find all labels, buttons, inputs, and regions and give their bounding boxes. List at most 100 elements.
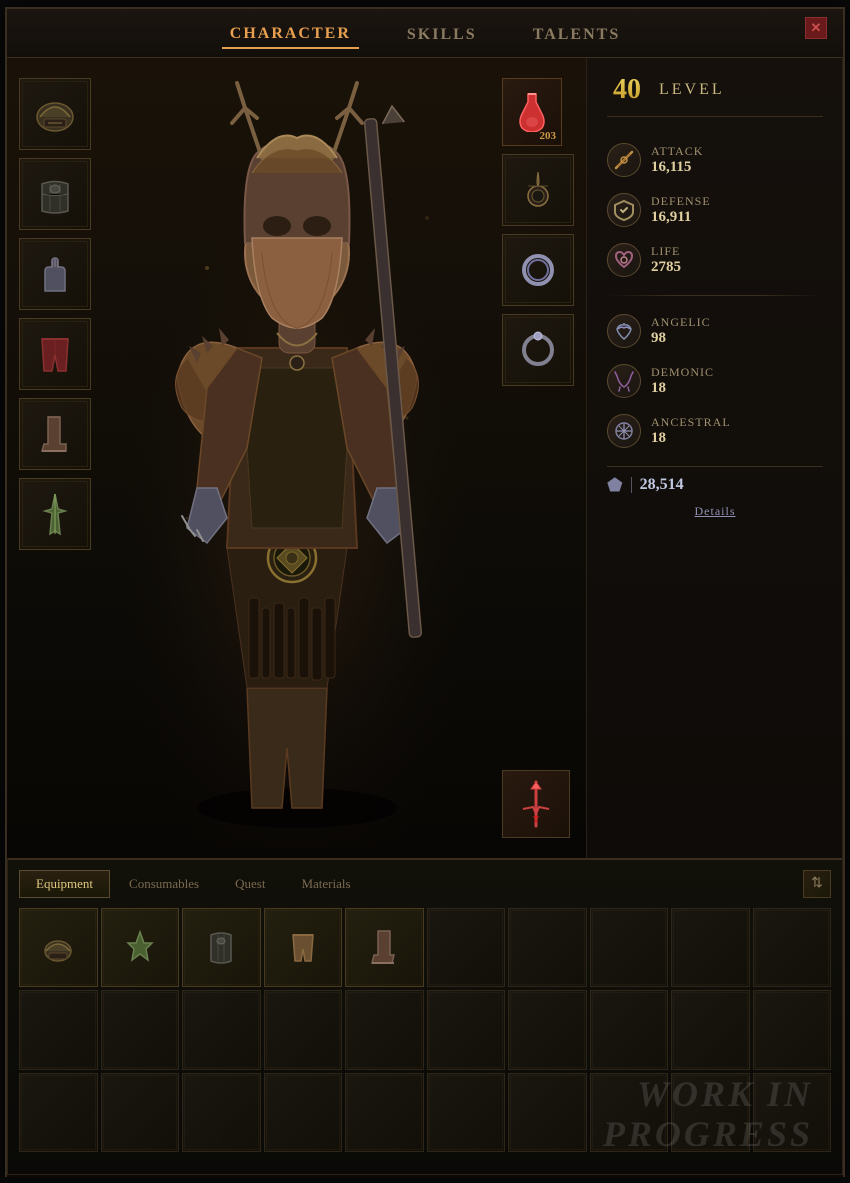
- tab-quest[interactable]: Quest: [218, 870, 282, 898]
- angelic-icon: [607, 314, 641, 348]
- tab-materials[interactable]: Materials: [284, 870, 367, 898]
- inv-item-3-icon: [283, 927, 323, 967]
- details-link[interactable]: Details: [607, 504, 823, 519]
- inv-cell-21[interactable]: [101, 1073, 180, 1153]
- slot-amulet[interactable]: [502, 154, 574, 226]
- close-button[interactable]: ✕: [805, 17, 827, 39]
- sort-button[interactable]: ⇅: [803, 870, 831, 898]
- character-viewport: 203: [7, 58, 587, 858]
- slot-pants[interactable]: [19, 318, 91, 390]
- character-art: [102, 58, 491, 858]
- life-icon: [607, 243, 641, 277]
- life-info: Life 2785: [651, 244, 681, 276]
- ancestral-info: Ancestral 18: [651, 415, 731, 447]
- helm-icon: [30, 89, 80, 139]
- stat-row-life: Life 2785: [607, 237, 823, 283]
- main-area: 203: [7, 58, 843, 858]
- inv-cell-17[interactable]: [590, 990, 669, 1070]
- potion-icon: [514, 92, 550, 132]
- boots-icon: [30, 409, 80, 459]
- inv-cell-10[interactable]: [19, 990, 98, 1070]
- inv-cell-6[interactable]: [508, 908, 587, 988]
- offhand-icon: [30, 489, 80, 539]
- demonic-info: Demonic 18: [651, 365, 714, 397]
- inv-cell-11[interactable]: [101, 990, 180, 1070]
- inv-cell-24[interactable]: [345, 1073, 424, 1153]
- inv-cell-5[interactable]: [427, 908, 506, 988]
- ring2-icon: [516, 328, 560, 372]
- angelic-label: Angelic: [651, 315, 711, 330]
- inv-cell-2[interactable]: [182, 908, 261, 988]
- character-svg: [107, 68, 487, 848]
- currency-row: ⬟ 28,514: [607, 466, 823, 496]
- defense-value: 16,911: [651, 209, 711, 226]
- slot-ring2[interactable]: [502, 314, 574, 386]
- ancestral-icon: [607, 414, 641, 448]
- tab-equipment[interactable]: Equipment: [19, 870, 110, 898]
- slot-chest[interactable]: [19, 158, 91, 230]
- inv-cell-1[interactable]: [101, 908, 180, 988]
- life-value: 2785: [651, 259, 681, 276]
- inv-cell-25[interactable]: [427, 1073, 506, 1153]
- level-label: LEVEL: [659, 81, 725, 99]
- inv-cell-12[interactable]: [182, 990, 261, 1070]
- tab-skills[interactable]: SKILLS: [399, 22, 485, 48]
- inv-item-0-icon: [38, 927, 78, 967]
- angelic-value: 98: [651, 330, 711, 347]
- stat-divider: [607, 295, 823, 296]
- inv-cell-26[interactable]: [508, 1073, 587, 1153]
- weapon-icon: [513, 779, 559, 829]
- tab-character[interactable]: CHARACTER: [222, 21, 359, 49]
- inventory-grid: [19, 908, 831, 1153]
- slot-weapon[interactable]: [502, 770, 570, 838]
- currency-value: 28,514: [640, 476, 684, 494]
- inv-item-1-icon: [120, 927, 160, 967]
- inv-cell-15[interactable]: [427, 990, 506, 1070]
- inv-cell-3[interactable]: [264, 908, 343, 988]
- inv-cell-7[interactable]: [590, 908, 669, 988]
- slot-ring1[interactable]: [502, 234, 574, 306]
- inv-cell-0[interactable]: [19, 908, 98, 988]
- inv-item-4-icon: [364, 927, 404, 967]
- inv-cell-4[interactable]: [345, 908, 424, 988]
- equipment-slots-left: [19, 78, 91, 550]
- equipment-slots-right: 203: [502, 78, 574, 386]
- defense-label: Defense: [651, 194, 711, 209]
- inv-cell-29[interactable]: [753, 1073, 832, 1153]
- inv-cell-14[interactable]: [345, 990, 424, 1070]
- inv-cell-8[interactable]: [671, 908, 750, 988]
- inv-cell-20[interactable]: [19, 1073, 98, 1153]
- slot-potion[interactable]: 203: [502, 78, 562, 146]
- inv-cell-19[interactable]: [753, 990, 832, 1070]
- inv-cell-9[interactable]: [753, 908, 832, 988]
- inv-cell-22[interactable]: [182, 1073, 261, 1153]
- demonic-label: Demonic: [651, 365, 714, 380]
- inv-cell-27[interactable]: [590, 1073, 669, 1153]
- stat-row-defense: Defense 16,911: [607, 187, 823, 233]
- demonic-icon: [607, 364, 641, 398]
- slot-off-hand-weapon[interactable]: [19, 478, 91, 550]
- tab-talents[interactable]: TALENTS: [525, 22, 629, 48]
- ancestral-value: 18: [651, 430, 731, 447]
- stats-panel: 40 LEVEL Attack 16,115: [587, 58, 843, 858]
- inv-item-2-icon: [201, 927, 241, 967]
- nav-bar: CHARACTER SKILLS TALENTS ✕: [7, 9, 843, 58]
- inv-cell-28[interactable]: [671, 1073, 750, 1153]
- inv-cell-13[interactable]: [264, 990, 343, 1070]
- level-row: 40 LEVEL: [607, 74, 823, 117]
- slot-gloves[interactable]: [19, 238, 91, 310]
- stat-row-attack: Attack 16,115: [607, 137, 823, 183]
- inv-cell-16[interactable]: [508, 990, 587, 1070]
- tab-consumables[interactable]: Consumables: [112, 870, 216, 898]
- stat-row-ancestral: Ancestral 18: [607, 408, 823, 454]
- inv-cell-18[interactable]: [671, 990, 750, 1070]
- inv-cell-23[interactable]: [264, 1073, 343, 1153]
- slot-boots[interactable]: [19, 398, 91, 470]
- defense-info: Defense 16,911: [651, 194, 711, 226]
- chest-icon: [30, 169, 80, 219]
- defense-icon: [607, 193, 641, 227]
- amulet-icon: [516, 168, 560, 212]
- attack-icon: [607, 143, 641, 177]
- slot-helm[interactable]: [19, 78, 91, 150]
- game-window: CHARACTER SKILLS TALENTS ✕: [5, 7, 845, 1177]
